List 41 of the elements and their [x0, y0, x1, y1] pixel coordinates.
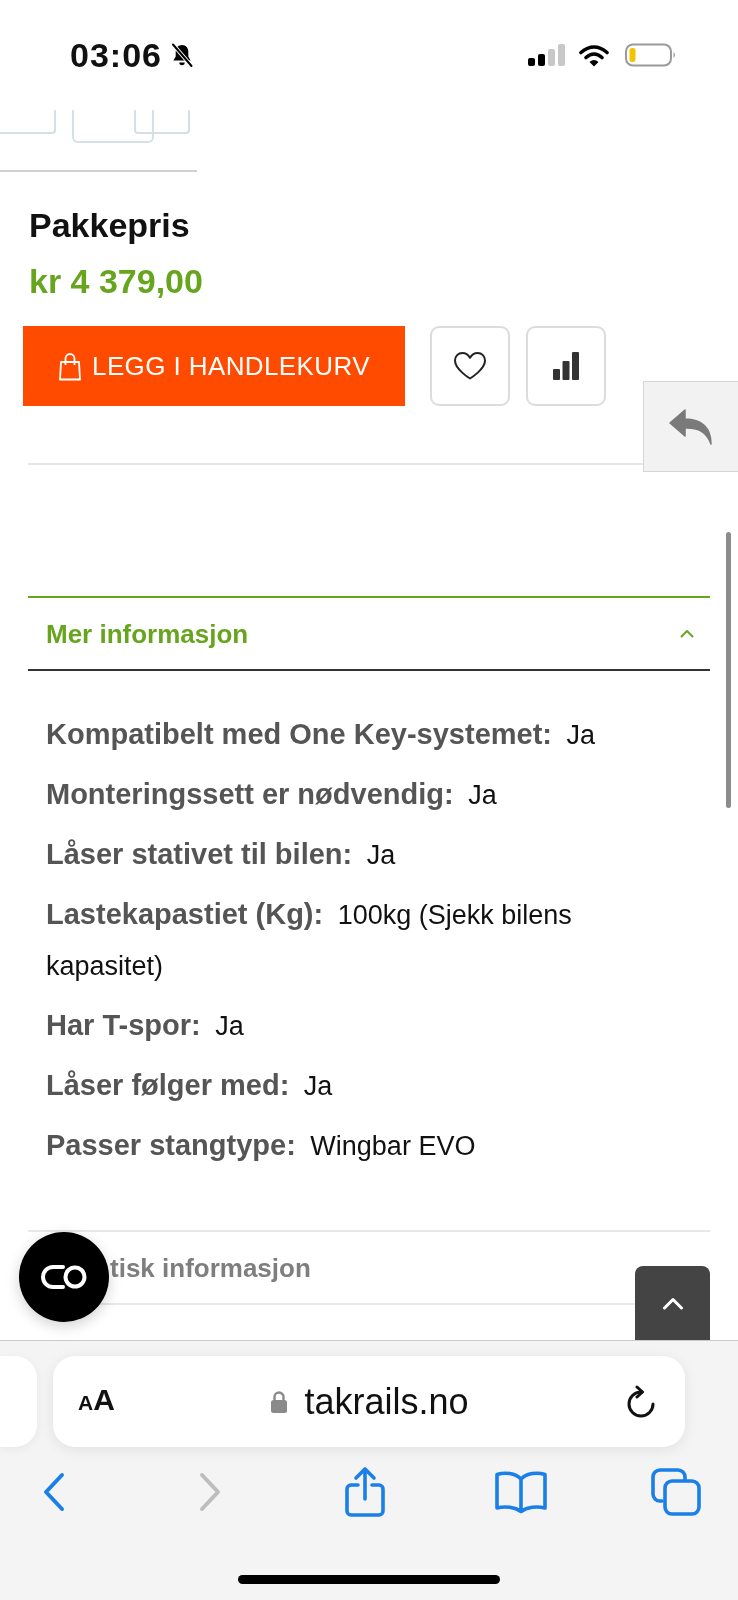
- heart-icon: [453, 351, 487, 381]
- reload-button[interactable]: [625, 1385, 657, 1418]
- spec-row-text: Låser følger med: Ja: [46, 1068, 333, 1103]
- status-time: 03:06: [70, 35, 162, 75]
- battery-icon: [625, 43, 677, 67]
- back-tab[interactable]: [643, 381, 738, 472]
- chevron-left-icon: [42, 1472, 66, 1512]
- reply-arrow-icon: [667, 407, 714, 446]
- spec-row-text: Passer stangtype: Wingbar EVO: [46, 1128, 476, 1163]
- floating-widget-button[interactable]: [19, 1232, 109, 1322]
- spec-row-text: Monteringssett er nødvendig: Ja: [46, 777, 497, 812]
- accordion-header[interactable]: tisk informasjon: [110, 1251, 311, 1284]
- text-size-button[interactable]: AA: [78, 1383, 115, 1420]
- share-icon: [344, 1466, 386, 1518]
- address-bar[interactable]: AA takrails.no: [53, 1356, 685, 1447]
- wishlist-button[interactable]: [430, 326, 510, 406]
- tabs-button[interactable]: [649, 1466, 703, 1518]
- product-price: kr 4 379,00: [29, 261, 203, 301]
- signal-icon: [528, 44, 566, 66]
- spec-row-text: Har T-spor: Ja: [46, 1008, 244, 1043]
- wifi-icon: [578, 43, 610, 67]
- thumbnail-frame[interactable]: [72, 110, 154, 143]
- chevron-up-icon: [661, 1296, 684, 1310]
- spec-row-text: Kompatibelt med One Key-systemet: Ja: [46, 717, 596, 752]
- compare-button[interactable]: [526, 326, 606, 406]
- overlapping-squares-icon: [651, 1468, 701, 1516]
- chevron-right-icon: [197, 1472, 222, 1512]
- address-text[interactable]: takrails.no: [304, 1379, 469, 1424]
- product-title: Pakkepris: [29, 205, 190, 245]
- shopping-bag-icon: [58, 351, 82, 381]
- thumbnail-frame[interactable]: [0, 110, 56, 134]
- thumbnail-frame[interactable]: [134, 110, 190, 134]
- reload-icon: [625, 1385, 657, 1418]
- chevron-up-icon: [680, 629, 694, 638]
- bell-slash-icon: [169, 42, 194, 68]
- spec-row-text: Låser stativet til bilen: Ja: [46, 837, 396, 872]
- open-book-icon: [493, 1470, 548, 1514]
- toggle-icon: [39, 1263, 89, 1291]
- lock-icon: [271, 1390, 288, 1413]
- bar-chart-icon: [553, 352, 579, 380]
- spec-row-text: Lastekapastiet (Kg): 100kg (Sjekk bilens kapasitet): [46, 897, 573, 983]
